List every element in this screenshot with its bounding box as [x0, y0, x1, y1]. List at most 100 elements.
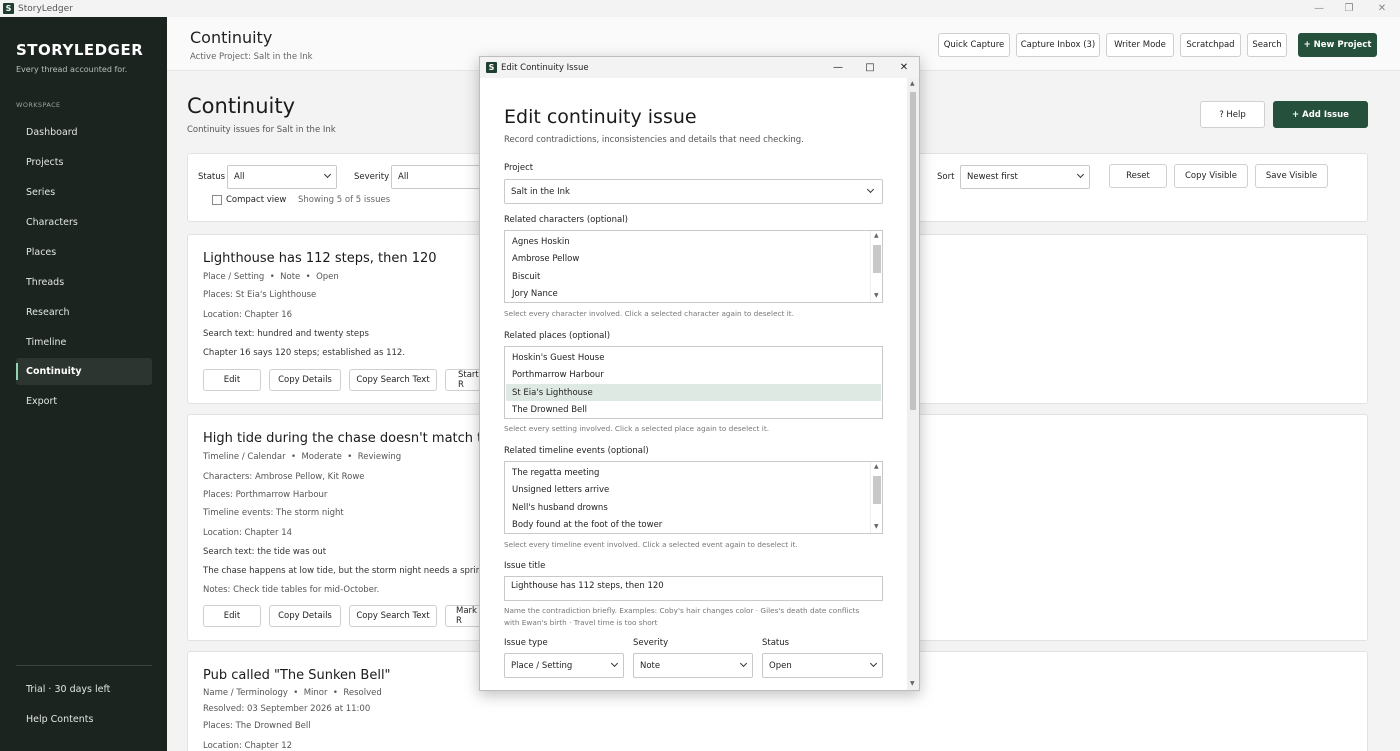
- dialog-minimize-icon[interactable]: —: [828, 59, 848, 76]
- maximize-icon[interactable]: ❐: [1333, 0, 1365, 16]
- help-contents-link[interactable]: Help Contents: [26, 714, 93, 725]
- list-item[interactable]: Hoskin's Guest House: [506, 349, 881, 366]
- characters-listbox[interactable]: Agnes Hoskin Ambrose Pellow Biscuit Jory…: [504, 230, 883, 303]
- save-visible-button[interactable]: Save Visible: [1255, 164, 1328, 188]
- list-item[interactable]: Jory Nance: [506, 285, 870, 302]
- help-button[interactable]: ? Help: [1200, 101, 1265, 128]
- sidebar-item-dashboard[interactable]: Dashboard: [16, 119, 152, 146]
- chevron-up-icon[interactable]: ▲: [874, 463, 879, 470]
- list-item[interactable]: Body found at the foot of the tower: [506, 516, 870, 533]
- list-item[interactable]: Porthmarrow Harbour: [506, 366, 881, 383]
- chevron-down-icon[interactable]: ▼: [910, 680, 915, 687]
- dialog-form: Edit continuity issue Record contradicti…: [480, 78, 907, 690]
- scratchpad-button[interactable]: Scratchpad: [1180, 33, 1241, 57]
- sort-select[interactable]: Newest first: [960, 165, 1090, 189]
- chevron-down-icon: [610, 659, 619, 668]
- dialog-scrollbar[interactable]: ▲ ▼: [907, 78, 919, 690]
- new-project-button[interactable]: + New Project: [1298, 33, 1377, 57]
- sidebar-item-projects[interactable]: Projects: [16, 149, 152, 176]
- capture-inbox-button[interactable]: Capture Inbox (3): [1016, 33, 1100, 57]
- scrollbar-thumb[interactable]: [910, 92, 916, 410]
- scrollbar-thumb[interactable]: [873, 476, 881, 504]
- issue-severity: Minor: [303, 688, 328, 698]
- compact-view-checkbox[interactable]: [212, 195, 222, 205]
- showing-count: Showing 5 of 5 issues: [298, 195, 391, 205]
- issue-type-value: Place / Setting: [511, 660, 573, 671]
- sidebar-item-characters[interactable]: Characters: [16, 209, 152, 236]
- issue-status: Open: [316, 272, 339, 282]
- chevron-down-icon: [869, 659, 878, 668]
- sidebar-item-export[interactable]: Export: [16, 388, 152, 415]
- project-label: Project: [504, 163, 534, 173]
- edit-button[interactable]: Edit: [203, 369, 261, 391]
- characters-label: Related characters (optional): [504, 215, 628, 225]
- app-logo-icon: S: [486, 62, 497, 73]
- places-label: Related places (optional): [504, 331, 611, 341]
- edit-button[interactable]: Edit: [203, 605, 261, 627]
- sidebar-section-label: WORKSPACE: [16, 101, 61, 109]
- issue-type-select[interactable]: Place / Setting: [504, 653, 624, 678]
- events-scrollbar[interactable]: ▲ ▼: [870, 462, 882, 533]
- status-filter-select[interactable]: All: [227, 165, 337, 189]
- chevron-down-icon[interactable]: ▼: [874, 292, 879, 299]
- issue-title-input[interactable]: Lighthouse has 112 steps, then 120: [504, 576, 883, 601]
- chevron-down-icon[interactable]: ▼: [874, 523, 879, 530]
- scrollbar-thumb[interactable]: [873, 245, 881, 273]
- list-item[interactable]: The regatta meeting: [506, 464, 870, 481]
- issue-severity: Moderate: [301, 452, 342, 462]
- issue-type: Place / Setting: [203, 272, 265, 282]
- close-icon[interactable]: ✕: [1366, 0, 1398, 16]
- issue-title: High tide during the chase doesn't match…: [203, 431, 510, 446]
- issue-characters: Characters: Ambrose Pellow, Kit Rowe: [203, 472, 365, 482]
- sidebar-item-series[interactable]: Series: [16, 179, 152, 206]
- dialog-maximize-icon[interactable]: □: [860, 59, 880, 76]
- sidebar-item-continuity[interactable]: Continuity: [16, 358, 152, 385]
- writer-mode-button[interactable]: Writer Mode: [1106, 33, 1174, 57]
- list-item[interactable]: Biscuit: [506, 268, 870, 285]
- project-select[interactable]: Salt in the Ink: [504, 179, 883, 204]
- characters-scrollbar[interactable]: ▲ ▼: [870, 231, 882, 302]
- list-item-selected[interactable]: St Eia's Lighthouse: [506, 384, 881, 401]
- copy-search-text-button[interactable]: Copy Search Text: [349, 605, 437, 627]
- sidebar-item-places[interactable]: Places: [16, 239, 152, 266]
- issue-title-help: Name the contradiction briefly. Examples…: [504, 606, 860, 627]
- copy-visible-button[interactable]: Copy Visible: [1174, 164, 1248, 188]
- issue-meta: Timeline / Calendar • Moderate • Reviewi…: [203, 452, 402, 462]
- minimize-icon[interactable]: —: [1303, 0, 1335, 16]
- quick-capture-button[interactable]: Quick Capture: [938, 33, 1010, 57]
- copy-details-button[interactable]: Copy Details: [269, 369, 341, 391]
- brand-tagline: Every thread accounted for.: [16, 65, 128, 74]
- issue-meta: Name / Terminology • Minor • Resolved: [203, 688, 382, 698]
- sidebar: STORYLEDGER Every thread accounted for. …: [0, 17, 167, 751]
- list-item[interactable]: Nell's husband drowns: [506, 499, 870, 516]
- sidebar-item-threads[interactable]: Threads: [16, 269, 152, 296]
- list-item[interactable]: The Drowned Bell: [506, 401, 881, 418]
- search-button[interactable]: Search: [1247, 33, 1287, 57]
- severity-select[interactable]: Note: [633, 653, 753, 678]
- copy-search-text-button[interactable]: Copy Search Text: [349, 369, 437, 391]
- edit-issue-dialog: S Edit Continuity Issue — □ ✕ Edit conti…: [479, 56, 920, 691]
- sidebar-item-timeline[interactable]: Timeline: [16, 329, 152, 356]
- list-item[interactable]: Agnes Hoskin: [506, 233, 870, 250]
- reset-button[interactable]: Reset: [1109, 164, 1167, 188]
- status-select[interactable]: Open: [762, 653, 883, 678]
- trial-status[interactable]: Trial · 30 days left: [26, 684, 110, 695]
- sidebar-divider: [16, 665, 152, 666]
- chevron-up-icon[interactable]: ▲: [874, 232, 879, 239]
- compact-view-label[interactable]: Compact view: [226, 195, 286, 205]
- issue-location: Location: Chapter 12: [203, 741, 293, 751]
- status-value: Open: [769, 660, 792, 671]
- characters-help: Select every character involved. Click a…: [504, 309, 794, 318]
- issue-title-label: Issue title: [504, 561, 546, 571]
- chevron-up-icon[interactable]: ▲: [910, 80, 915, 87]
- copy-details-button[interactable]: Copy Details: [269, 605, 341, 627]
- places-listbox[interactable]: Hoskin's Guest House Porthmarrow Harbour…: [504, 346, 883, 419]
- issue-search-text: Search text: hundred and twenty steps: [203, 329, 369, 339]
- events-listbox[interactable]: The regatta meeting Unsigned letters arr…: [504, 461, 883, 534]
- list-item[interactable]: Unsigned letters arrive: [506, 481, 870, 498]
- add-issue-button[interactable]: + Add Issue: [1273, 101, 1368, 128]
- list-item[interactable]: Ambrose Pellow: [506, 250, 870, 267]
- sidebar-item-research[interactable]: Research: [16, 299, 152, 326]
- dialog-close-icon[interactable]: ✕: [894, 59, 914, 76]
- issue-notes: Notes: Check tide tables for mid-October…: [203, 585, 380, 595]
